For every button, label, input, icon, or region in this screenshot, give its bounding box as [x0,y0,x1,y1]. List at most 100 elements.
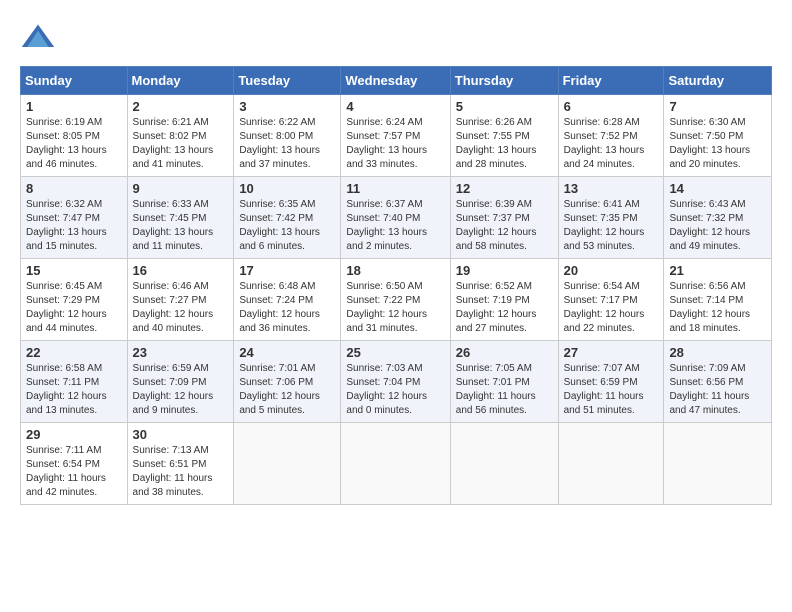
calendar-cell: 12 Sunrise: 6:39 AM Sunset: 7:37 PM Dayli… [450,177,558,259]
day-number: 23 [133,345,229,360]
day-info: Sunrise: 6:39 AM Sunset: 7:37 PM Dayligh… [456,198,553,254]
day-number: 5 [456,99,553,114]
day-number: 14 [669,181,766,196]
day-number: 12 [456,181,553,196]
calendar-week-row: 29 Sunrise: 7:11 AM Sunset: 6:54 PM Dayli… [21,423,772,505]
day-number: 20 [564,263,659,278]
day-header-tuesday: Tuesday [234,67,341,95]
day-info: Sunrise: 6:19 AM Sunset: 8:05 PM Dayligh… [26,116,122,172]
calendar-cell: 22 Sunrise: 6:58 AM Sunset: 7:11 PM Dayli… [21,341,128,423]
calendar-cell: 6 Sunrise: 6:28 AM Sunset: 7:52 PM Daylig… [558,95,664,177]
day-info: Sunrise: 6:54 AM Sunset: 7:17 PM Dayligh… [564,280,659,336]
day-number: 6 [564,99,659,114]
calendar-table: SundayMondayTuesdayWednesdayThursdayFrid… [20,66,772,505]
day-info: Sunrise: 6:37 AM Sunset: 7:40 PM Dayligh… [346,198,444,254]
day-header-thursday: Thursday [450,67,558,95]
day-info: Sunrise: 6:46 AM Sunset: 7:27 PM Dayligh… [133,280,229,336]
calendar-cell: 26 Sunrise: 7:05 AM Sunset: 7:01 PM Dayli… [450,341,558,423]
day-number: 15 [26,263,122,278]
calendar-cell: 24 Sunrise: 7:01 AM Sunset: 7:06 PM Dayli… [234,341,341,423]
calendar-week-row: 8 Sunrise: 6:32 AM Sunset: 7:47 PM Daylig… [21,177,772,259]
day-info: Sunrise: 6:59 AM Sunset: 7:09 PM Dayligh… [133,362,229,418]
day-number: 11 [346,181,444,196]
calendar-cell: 9 Sunrise: 6:33 AM Sunset: 7:45 PM Daylig… [127,177,234,259]
day-header-friday: Friday [558,67,664,95]
logo [20,20,62,56]
day-info: Sunrise: 7:09 AM Sunset: 6:56 PM Dayligh… [669,362,766,418]
calendar-cell: 30Sunrise: 7:13 AM Sunset: 6:51 PM Dayli… [127,423,234,505]
day-number: 3 [239,99,335,114]
day-info: Sunrise: 6:33 AM Sunset: 7:45 PM Dayligh… [133,198,229,254]
day-number: 24 [239,345,335,360]
calendar-cell: 2 Sunrise: 6:21 AM Sunset: 8:02 PM Daylig… [127,95,234,177]
day-info: Sunrise: 6:56 AM Sunset: 7:14 PM Dayligh… [669,280,766,336]
calendar-header-row: SundayMondayTuesdayWednesdayThursdayFrid… [21,67,772,95]
calendar-cell: 23 Sunrise: 6:59 AM Sunset: 7:09 PM Dayli… [127,341,234,423]
calendar-cell: 11 Sunrise: 6:37 AM Sunset: 7:40 PM Dayli… [341,177,450,259]
day-header-saturday: Saturday [664,67,772,95]
calendar-cell: 20 Sunrise: 6:54 AM Sunset: 7:17 PM Dayli… [558,259,664,341]
calendar-week-row: 1 Sunrise: 6:19 AM Sunset: 8:05 PM Daylig… [21,95,772,177]
calendar-cell: 1 Sunrise: 6:19 AM Sunset: 8:05 PM Daylig… [21,95,128,177]
day-number: 25 [346,345,444,360]
calendar-cell [234,423,341,505]
calendar-week-row: 22 Sunrise: 6:58 AM Sunset: 7:11 PM Dayli… [21,341,772,423]
calendar-cell [558,423,664,505]
page-header [20,20,772,56]
day-info: Sunrise: 6:21 AM Sunset: 8:02 PM Dayligh… [133,116,229,172]
calendar-cell: 8 Sunrise: 6:32 AM Sunset: 7:47 PM Daylig… [21,177,128,259]
calendar-cell [664,423,772,505]
calendar-cell: 16Sunrise: 6:46 AM Sunset: 7:27 PM Dayli… [127,259,234,341]
day-number: 10 [239,181,335,196]
day-info: Sunrise: 6:41 AM Sunset: 7:35 PM Dayligh… [564,198,659,254]
calendar-week-row: 15 Sunrise: 6:45 AM Sunset: 7:29 PM Dayli… [21,259,772,341]
calendar-cell: 18 Sunrise: 6:50 AM Sunset: 7:22 PM Dayli… [341,259,450,341]
day-info: Sunrise: 6:28 AM Sunset: 7:52 PM Dayligh… [564,116,659,172]
calendar-cell: 3 Sunrise: 6:22 AM Sunset: 8:00 PM Daylig… [234,95,341,177]
day-number: 2 [133,99,229,114]
day-header-sunday: Sunday [21,67,128,95]
day-info: Sunrise: 6:30 AM Sunset: 7:50 PM Dayligh… [669,116,766,172]
day-info: Sunrise: 6:45 AM Sunset: 7:29 PM Dayligh… [26,280,122,336]
day-number: 28 [669,345,766,360]
day-info: Sunrise: 7:11 AM Sunset: 6:54 PM Dayligh… [26,444,122,500]
day-number: 4 [346,99,444,114]
day-number: 17 [239,263,335,278]
day-number: 1 [26,99,122,114]
day-info: Sunrise: 6:32 AM Sunset: 7:47 PM Dayligh… [26,198,122,254]
calendar-cell: 29 Sunrise: 7:11 AM Sunset: 6:54 PM Dayli… [21,423,128,505]
calendar-cell: 28 Sunrise: 7:09 AM Sunset: 6:56 PM Dayli… [664,341,772,423]
day-info: Sunrise: 6:43 AM Sunset: 7:32 PM Dayligh… [669,198,766,254]
day-number: 8 [26,181,122,196]
day-info: Sunrise: 6:50 AM Sunset: 7:22 PM Dayligh… [346,280,444,336]
day-number: 26 [456,345,553,360]
day-number: 13 [564,181,659,196]
calendar-cell: 25Sunrise: 7:03 AM Sunset: 7:04 PM Dayli… [341,341,450,423]
day-number: 19 [456,263,553,278]
day-info: Sunrise: 7:13 AM Sunset: 6:51 PM Dayligh… [133,444,229,500]
calendar-cell: 14 Sunrise: 6:43 AM Sunset: 7:32 PM Dayli… [664,177,772,259]
calendar-cell: 4 Sunrise: 6:24 AM Sunset: 7:57 PM Daylig… [341,95,450,177]
day-number: 29 [26,427,122,442]
logo-icon [20,20,56,56]
calendar-cell: 19 Sunrise: 6:52 AM Sunset: 7:19 PM Dayli… [450,259,558,341]
day-info: Sunrise: 6:35 AM Sunset: 7:42 PM Dayligh… [239,198,335,254]
day-info: Sunrise: 6:26 AM Sunset: 7:55 PM Dayligh… [456,116,553,172]
day-info: Sunrise: 7:01 AM Sunset: 7:06 PM Dayligh… [239,362,335,418]
day-info: Sunrise: 6:48 AM Sunset: 7:24 PM Dayligh… [239,280,335,336]
calendar-cell: 27Sunrise: 7:07 AM Sunset: 6:59 PM Dayli… [558,341,664,423]
calendar-cell: 13 Sunrise: 6:41 AM Sunset: 7:35 PM Dayli… [558,177,664,259]
day-info: Sunrise: 6:52 AM Sunset: 7:19 PM Dayligh… [456,280,553,336]
calendar-cell: 10 Sunrise: 6:35 AM Sunset: 7:42 PM Dayli… [234,177,341,259]
calendar-cell: 15 Sunrise: 6:45 AM Sunset: 7:29 PM Dayli… [21,259,128,341]
day-info: Sunrise: 6:24 AM Sunset: 7:57 PM Dayligh… [346,116,444,172]
day-number: 18 [346,263,444,278]
day-info: Sunrise: 6:58 AM Sunset: 7:11 PM Dayligh… [26,362,122,418]
day-number: 9 [133,181,229,196]
day-info: Sunrise: 7:05 AM Sunset: 7:01 PM Dayligh… [456,362,553,418]
calendar-cell [341,423,450,505]
day-info: Sunrise: 6:22 AM Sunset: 8:00 PM Dayligh… [239,116,335,172]
day-number: 22 [26,345,122,360]
day-number: 27 [564,345,659,360]
day-number: 7 [669,99,766,114]
